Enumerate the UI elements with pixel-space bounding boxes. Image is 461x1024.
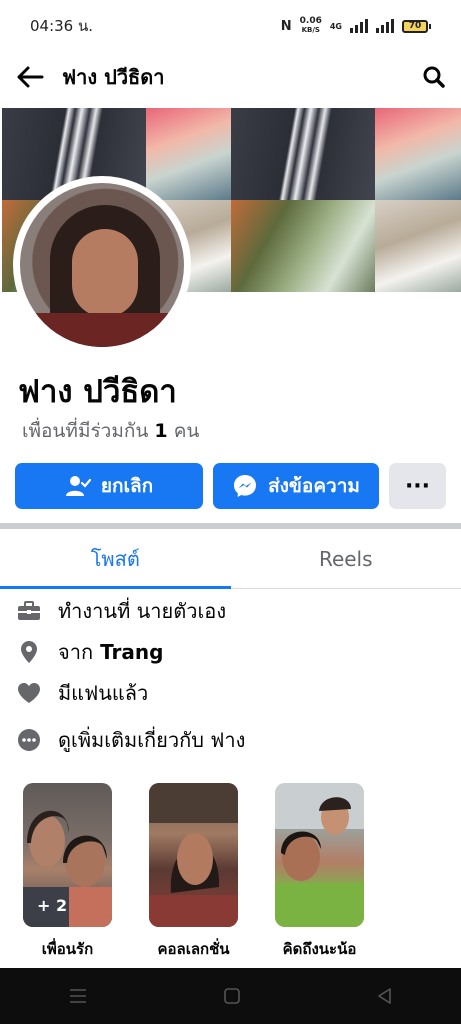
cover-photo-tile bbox=[231, 200, 375, 292]
home-icon[interactable] bbox=[223, 987, 241, 1005]
cover-photo-tile bbox=[231, 108, 375, 200]
intro-details: ทำงานที่ นายตัวเอง จาก Trang มีแฟนแล้ว ดู… bbox=[16, 590, 446, 760]
intro-relationship: มีแฟนแล้ว bbox=[16, 672, 446, 713]
tab-reels[interactable]: Reels bbox=[231, 529, 461, 588]
signal-icon-2 bbox=[376, 19, 394, 33]
highlight-item[interactable]: คิดถึงนะน้อ bbox=[275, 783, 364, 961]
highlight-label: คิดถึงนะน้อ bbox=[282, 940, 357, 958]
profile-name: ฟาง ปวีธิดา bbox=[18, 374, 177, 410]
highlight-thumbnail: + 2 bbox=[23, 783, 112, 927]
briefcase-icon bbox=[16, 598, 42, 624]
more-options-button[interactable]: ··· bbox=[389, 463, 446, 509]
location-pin-icon bbox=[16, 639, 42, 665]
network-type: 4G bbox=[329, 21, 342, 31]
back-nav-icon[interactable] bbox=[376, 987, 394, 1005]
system-nav-bar bbox=[0, 968, 461, 1024]
avatar[interactable] bbox=[20, 183, 184, 347]
arrow-left-icon[interactable] bbox=[16, 62, 46, 92]
highlight-thumbnail bbox=[275, 783, 364, 927]
network-speed: 0.06 KB/S bbox=[299, 16, 322, 35]
intro-hometown: จาก Trang bbox=[16, 631, 446, 672]
more-circle-icon bbox=[16, 727, 42, 753]
highlight-label: เพื่อนรัก bbox=[41, 940, 94, 958]
more-dots-icon: ··· bbox=[404, 473, 431, 499]
top-header: ฟาง ปวีธิดา bbox=[0, 52, 461, 102]
messenger-icon bbox=[234, 475, 257, 497]
unfriend-button[interactable]: ยกเลิก bbox=[15, 463, 203, 509]
profile-tabs: โพสต์ Reels bbox=[0, 529, 461, 589]
header-title: ฟาง ปวีธิดา bbox=[62, 65, 165, 89]
highlight-label: คอลเลกชั่น bbox=[157, 940, 230, 958]
tab-posts[interactable]: โพสต์ bbox=[0, 529, 231, 589]
message-label: ส่งข้อความ bbox=[268, 475, 360, 497]
cover-photo-tile bbox=[375, 108, 461, 200]
see-more-about[interactable]: ดูเพิ่มเติมเกี่ยวกับ ฟาง bbox=[16, 719, 446, 760]
cover-photo-tile bbox=[146, 108, 231, 200]
status-icons: N 0.06 KB/S 4G 70 bbox=[281, 17, 431, 35]
signal-icon bbox=[350, 19, 368, 33]
recent-apps-icon[interactable] bbox=[68, 987, 88, 1005]
message-button[interactable]: ส่งข้อความ bbox=[213, 463, 379, 509]
mutual-count: 1 bbox=[154, 420, 168, 442]
status-time: 04:36 น. bbox=[30, 17, 94, 35]
search-icon[interactable] bbox=[415, 62, 445, 92]
highlight-thumbnail bbox=[149, 783, 238, 927]
profile-actions: ยกเลิก ส่งข้อความ ··· bbox=[15, 463, 446, 509]
mutual-friends[interactable]: เพื่อนที่มีร่วมกัน 1 คน bbox=[22, 416, 199, 446]
highlight-item[interactable]: คอลเลกชั่น bbox=[149, 783, 238, 961]
highlight-count: + 2 bbox=[37, 896, 68, 915]
status-bar: 04:36 น. N 0.06 KB/S 4G 70 bbox=[0, 0, 461, 52]
cover-photo-tile bbox=[375, 200, 461, 292]
battery-icon: 70 bbox=[402, 19, 431, 33]
nfc-icon: N bbox=[280, 18, 292, 34]
featured-highlights: + 2 เพื่อนรัก คอลเลกชั่น คิดถึงนะน้อ bbox=[0, 783, 461, 968]
unfriend-label: ยกเลิก bbox=[100, 475, 154, 497]
highlight-item[interactable]: + 2 เพื่อนรัก bbox=[23, 783, 112, 961]
user-check-icon bbox=[65, 476, 91, 496]
hometown-link[interactable]: Trang bbox=[100, 640, 163, 664]
battery-level: 70 bbox=[402, 19, 428, 33]
intro-work: ทำงานที่ นายตัวเอง bbox=[16, 590, 446, 631]
heart-icon bbox=[16, 680, 42, 706]
